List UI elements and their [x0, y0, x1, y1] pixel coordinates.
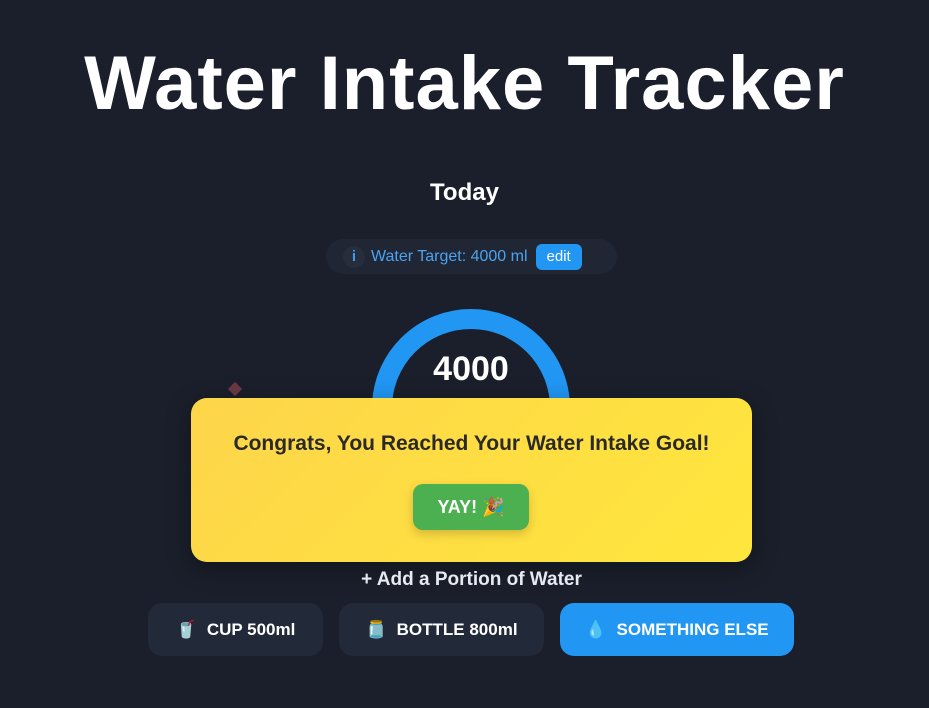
cup-icon: 🥤: [175, 619, 197, 639]
water-target-pill: i Water Target: 4000 ml edit: [326, 239, 617, 274]
bottle-icon: 🫙: [365, 619, 387, 639]
info-icon[interactable]: i: [343, 245, 365, 268]
add-portion-heading: + Add a Portion of Water: [361, 569, 582, 590]
intake-amount: 4000: [433, 350, 509, 388]
day-label: Today: [430, 179, 499, 206]
page-title: Water Intake Tracker: [84, 41, 845, 126]
water-target-text: Water Target: 4000 ml: [371, 247, 528, 265]
yay-button[interactable]: YAY! 🎉: [413, 484, 529, 530]
cup-button-label: CUP 500ml: [206, 619, 296, 639]
something-else-button[interactable]: 💧 SOMETHING ELSE: [560, 603, 794, 656]
congrats-message: Congrats, You Reached Your Water Intake …: [233, 432, 710, 455]
droplet-icon: 💧: [585, 619, 607, 639]
cup-500ml-button[interactable]: 🥤 CUP 500ml: [148, 603, 323, 656]
something-else-button-label: SOMETHING ELSE: [616, 619, 769, 639]
app-page: Water Intake Tracker Today i Water Targe…: [0, 0, 929, 708]
confetti-piece: [227, 381, 243, 397]
bottle-800ml-button[interactable]: 🫙 BOTTLE 800ml: [339, 603, 544, 656]
congrats-modal: Congrats, You Reached Your Water Intake …: [191, 398, 752, 562]
bottle-button-label: BOTTLE 800ml: [396, 619, 518, 639]
edit-target-button[interactable]: edit: [535, 243, 582, 270]
